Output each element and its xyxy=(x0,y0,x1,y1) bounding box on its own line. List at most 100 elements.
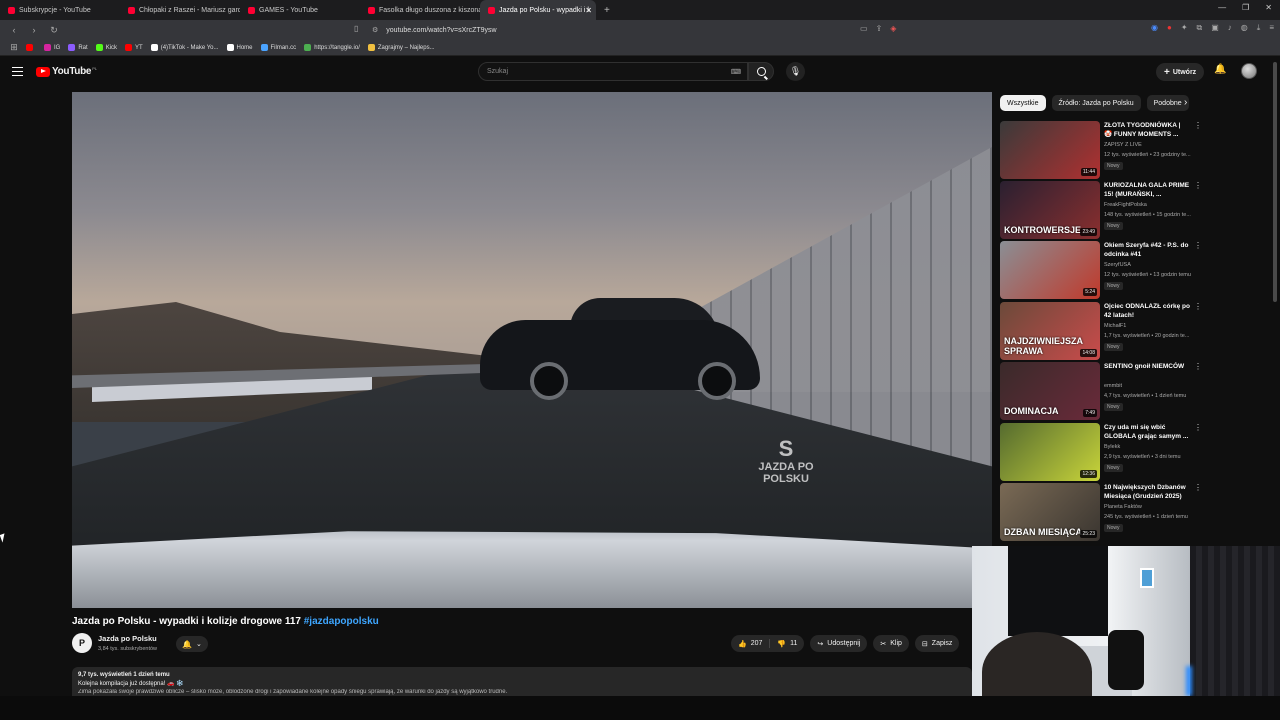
filter-chip[interactable]: Źródło: Jazda po Polsku xyxy=(1051,95,1141,111)
video-thumbnail[interactable]: 5:24 xyxy=(1000,241,1100,299)
like-button[interactable]: 👍 207 xyxy=(731,635,769,652)
browser-tab[interactable]: Jazda po Polsku - wypadki i k ✕ xyxy=(480,0,596,20)
new-tab-button[interactable]: + xyxy=(604,5,610,16)
video-thumbnail[interactable]: KONTROWERSJE 23:49 xyxy=(1000,181,1100,239)
filter-chip[interactable]: Wszystkie xyxy=(1000,95,1046,111)
bookmark-item[interactable] xyxy=(26,44,36,51)
minimize-icon[interactable]: — xyxy=(1218,3,1226,12)
related-video-item[interactable]: NAJDZIWNIEJSZA SPRAWA 14:08 Ojciec ODNALAZ… xyxy=(1000,302,1202,360)
bookmark-icon[interactable]: ▯ xyxy=(354,24,358,33)
account-avatar[interactable] xyxy=(1241,63,1257,79)
extension-shield-icon[interactable]: ◈ xyxy=(890,24,896,33)
more-options-icon[interactable]: ⋮ xyxy=(1194,423,1202,432)
related-video-channel[interactable]: FreakFightPolska xyxy=(1104,202,1147,208)
more-options-icon[interactable]: ⋮ xyxy=(1194,302,1202,311)
related-video-title[interactable]: 10 Największych Dzbanów Miesiąca (Grudzi… xyxy=(1104,483,1190,501)
related-video-item[interactable]: DOMINACJA 7:49 SENTINO gnoił NIEMCÓW emmbit… xyxy=(1000,362,1202,420)
search-button[interactable] xyxy=(748,62,774,81)
more-options-icon[interactable]: ⋮ xyxy=(1194,483,1202,492)
dislike-button[interactable]: 👎 11 xyxy=(770,635,804,652)
bookmark-item[interactable]: IG xyxy=(44,44,60,51)
video-thumbnail[interactable]: 11:44 xyxy=(1000,121,1100,179)
related-video-channel[interactable]: Planeta Faktów xyxy=(1104,504,1142,510)
bookmark-item[interactable]: Rat xyxy=(68,44,88,51)
video-thumbnail[interactable]: 12:36 xyxy=(1000,423,1100,481)
subscription-notifications-button[interactable]: 🔔 ⌄ xyxy=(176,636,208,652)
bookmark-item[interactable]: (4)TikTok - Make Yo... xyxy=(150,44,219,51)
video-thumbnail[interactable]: DZBAN MIESIĄCA 25:23 xyxy=(1000,483,1100,541)
more-options-icon[interactable]: ⋮ xyxy=(1194,362,1202,371)
clip-button[interactable]: ✂ Klip xyxy=(873,635,909,652)
bookmark-item[interactable]: YT xyxy=(125,44,143,51)
video-thumbnail[interactable]: DOMINACJA 7:49 xyxy=(1000,362,1100,420)
related-video-title[interactable]: Okiem Szeryfa #42 - P.S. do odcinka #41 xyxy=(1104,241,1190,259)
video-hashtag[interactable]: #jazdapopolsku xyxy=(304,616,379,627)
browser-tab[interactable]: Chłopaki z Raszei - Mariusz gardzi p xyxy=(120,0,240,20)
browser-menu-icon[interactable]: ≡ xyxy=(1269,23,1274,33)
youtube-logo[interactable]: YouTube PL xyxy=(36,66,97,77)
share-button[interactable]: ↪ Udostępnij xyxy=(810,635,868,652)
bookmark-item[interactable]: Home xyxy=(226,44,253,51)
bookmark-item[interactable]: https://tanggle.io/ xyxy=(304,44,360,51)
cast-icon[interactable]: ▭ xyxy=(860,24,868,33)
related-video-item[interactable]: 12:36 Czy uda mi się wbić GLOBALA grając … xyxy=(1000,423,1202,481)
maximize-icon[interactable]: ❐ xyxy=(1242,3,1249,12)
search-input[interactable]: Szukaj ⌨ xyxy=(478,62,748,81)
channel-avatar[interactable]: P xyxy=(72,633,92,653)
youtube-favicon-icon xyxy=(488,6,495,14)
related-video-item[interactable]: KONTROWERSJE 23:49 KURIOZALNA GALA PRIME 1… xyxy=(1000,181,1202,239)
related-video-channel[interactable]: SzeryfUSA xyxy=(1104,262,1131,268)
notifications-bell-icon[interactable]: 🔔 xyxy=(1214,64,1226,75)
close-window-icon[interactable]: ✕ xyxy=(1265,3,1272,12)
share-page-icon[interactable]: ⇪ xyxy=(876,24,883,33)
url-field[interactable]: ⚙ youtube.com/watch?v=sXrcZT9ysw xyxy=(372,23,902,37)
reload-icon[interactable]: ↻ xyxy=(48,25,60,36)
voice-search-button[interactable]: 🎙 xyxy=(786,62,805,81)
vpn-icon[interactable]: ◉ xyxy=(1151,23,1158,33)
country-code: PL xyxy=(92,66,98,71)
video-player[interactable]: S JAZDA PO POLSKU xyxy=(72,92,992,608)
browser-tab[interactable]: Fasolka długo duszona z kiszoną kap xyxy=(360,0,480,20)
related-video-title[interactable]: Czy uda mi się wbić GLOBALA grając samym… xyxy=(1104,423,1190,441)
page-scrollbar[interactable] xyxy=(1272,60,1278,690)
filter-chip[interactable]: Podobne xyxy=(1146,95,1189,111)
close-tab-icon[interactable]: ✕ xyxy=(585,6,592,15)
sidebar-icon[interactable]: ▣ xyxy=(1211,23,1219,33)
site-info-icon[interactable]: ⚙ xyxy=(372,26,378,34)
apps-grid-icon[interactable]: ⊞ xyxy=(8,42,20,53)
downloads-icon[interactable]: ⤓ xyxy=(1257,23,1261,33)
related-video-item[interactable]: 11:44 ZŁOTA TYGODNIÓWKA | 🤡 FUNNY MOMENTS… xyxy=(1000,121,1202,179)
related-video-channel[interactable]: MichałF1 xyxy=(1104,323,1126,329)
music-icon[interactable]: ♪ xyxy=(1228,23,1232,33)
record-icon[interactable]: ● xyxy=(1167,23,1172,33)
create-button[interactable]: + Utwórz xyxy=(1156,63,1205,81)
chips-next-arrow-icon[interactable]: › xyxy=(1184,97,1187,108)
related-video-title[interactable]: ZŁOTA TYGODNIÓWKA | 🤡 FUNNY MOMENTS ... xyxy=(1104,121,1190,139)
more-options-icon[interactable]: ⋮ xyxy=(1194,121,1202,130)
hamburger-menu-icon[interactable] xyxy=(12,67,23,76)
related-video-item[interactable]: DZBAN MIESIĄCA 25:23 10 Największych Dzban… xyxy=(1000,483,1202,541)
back-icon[interactable]: ‹ xyxy=(8,25,20,35)
keyboard-icon[interactable]: ⌨ xyxy=(731,68,741,76)
video-thumbnail[interactable]: NAJDZIWNIEJSZA SPRAWA 14:08 xyxy=(1000,302,1100,360)
related-video-title[interactable]: Ojciec ODNALAZŁ córkę po 42 latach! xyxy=(1104,302,1190,320)
browser-tab[interactable]: GAMES - YouTube xyxy=(240,0,360,20)
save-button[interactable]: ⊟ Zapisz xyxy=(914,635,960,652)
extensions-puzzle-icon[interactable]: ⧉ xyxy=(1197,23,1203,33)
related-video-title[interactable]: SENTINO gnoił NIEMCÓW xyxy=(1104,362,1190,371)
channel-name[interactable]: Jazda po Polsku xyxy=(98,634,157,643)
related-video-channel[interactable]: emmbit xyxy=(1104,383,1122,389)
related-video-title[interactable]: KURIOZALNA GALA PRIME 15! (MURAŃSKI, ... xyxy=(1104,181,1190,199)
bookmark-item[interactable]: Zagrajmy – Najleps... xyxy=(367,44,435,51)
wallet-icon[interactable]: ◍ xyxy=(1241,23,1248,33)
more-options-icon[interactable]: ⋮ xyxy=(1194,181,1202,190)
extension-icon[interactable]: ✦ xyxy=(1181,23,1188,33)
related-video-channel[interactable]: ZAPISY Z LIVE xyxy=(1104,142,1142,148)
bookmark-item[interactable]: Filman.cc xyxy=(260,44,296,51)
related-video-item[interactable]: 5:24 Okiem Szeryfa #42 - P.S. do odcinka … xyxy=(1000,241,1202,299)
bookmark-item[interactable]: Kick xyxy=(95,44,117,51)
browser-tab[interactable]: Subskrypcje - YouTube xyxy=(0,0,120,20)
related-video-channel[interactable]: Bylekk xyxy=(1104,444,1120,450)
more-options-icon[interactable]: ⋮ xyxy=(1194,241,1202,250)
forward-icon[interactable]: › xyxy=(28,25,40,35)
